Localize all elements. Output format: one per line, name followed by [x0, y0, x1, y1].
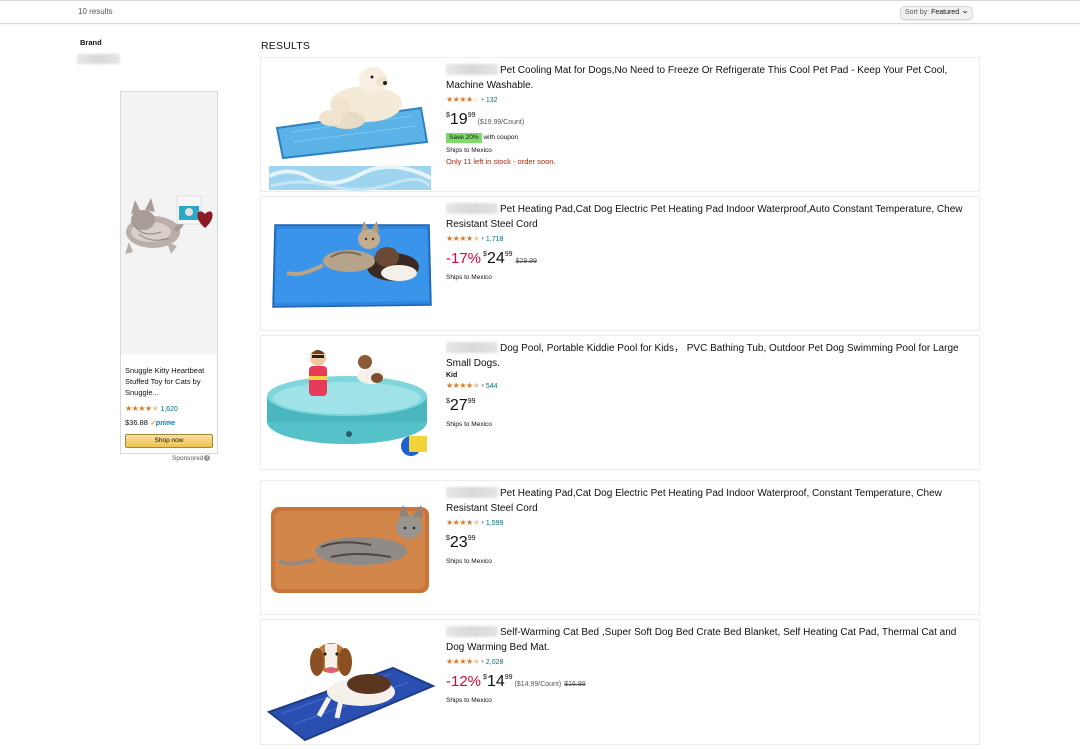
shipping-info: Ships to Mexico [446, 147, 492, 154]
shipping-info: Ships to Mexico [446, 421, 492, 428]
product-card[interactable]: Pet Heating Pad,Cat Dog Electric Pet Hea… [260, 196, 980, 331]
prime-badge-icon: ✓prime [150, 420, 175, 427]
product-rating[interactable]: ★★★★★ ▾ 2,028 [446, 657, 971, 667]
ad-price-row: $36.88 ✓prime [125, 418, 175, 427]
product-rating[interactable]: ★★★★★ ▾ 1,599 [446, 518, 971, 528]
unit-price: ($19.99/Count) [477, 119, 525, 126]
price[interactable]: $1499 [483, 673, 513, 690]
result-count: 10 results [78, 7, 113, 16]
shop-now-button[interactable]: Shop now [125, 434, 213, 448]
product-title[interactable]: Dog Pool, Portable Kiddie Pool for Kids，… [446, 342, 971, 371]
product-info: Pet Heating Pad,Cat Dog Electric Pet Hea… [446, 197, 971, 281]
review-count[interactable]: 1,718 [486, 236, 504, 243]
sort-label: Sort by: [905, 9, 930, 16]
product-title[interactable]: Pet Cooling Mat for Dogs,No Need to Free… [446, 64, 971, 93]
review-count[interactable]: 2,028 [486, 659, 504, 666]
coupon-badge[interactable]: Save 20% [446, 133, 482, 143]
brand-filter-option[interactable] [77, 54, 120, 64]
price-row: -17% $2499$29.99 [446, 250, 971, 270]
ad-rating[interactable]: ★★★★★ 1,620 [125, 404, 178, 413]
product-brand: Kid [446, 372, 458, 379]
product-image[interactable] [261, 481, 437, 614]
sponsored-ad[interactable]: Snuggle Kitty Heartbeat Stuffed Toy for … [120, 91, 218, 454]
ad-review-count: 1,620 [160, 406, 178, 413]
star-rating-icon: ★★★★★ [125, 404, 159, 413]
shipping-info: Ships to Mexico [446, 697, 492, 704]
star-rating-icon: ★★★★★ [446, 518, 480, 527]
product-card[interactable]: Self-Warming Cat Bed ,Super Soft Dog Bed… [260, 619, 980, 745]
product-title[interactable]: Pet Heating Pad,Cat Dog Electric Pet Hea… [446, 203, 971, 232]
info-icon[interactable]: i [204, 455, 211, 462]
star-rating-icon: ★★★★★ [446, 657, 480, 666]
product-info: Pet Cooling Mat for Dogs,No Need to Free… [446, 58, 971, 166]
results-toolbar: 10 results Sort by: Featured [0, 0, 1080, 24]
filter-sidebar: Brand Snuggle Kitty Heartbeat Stuffed To… [0, 24, 250, 743]
product-image[interactable] [261, 336, 437, 469]
ad-product-image[interactable] [121, 92, 217, 354]
sort-value: Featured [931, 9, 960, 16]
product-rating[interactable]: ★★★★★ ▾ 1,718 [446, 234, 971, 244]
price[interactable]: $2799 [446, 397, 476, 414]
product-rating[interactable]: ★★★★★ ▾ 544 [446, 381, 971, 391]
product-rating[interactable]: ★★★★☆ ▾ 132 [446, 95, 971, 105]
chevron-down-icon[interactable]: ▾ [481, 97, 484, 103]
star-rating-icon: ★★★★☆ [446, 95, 480, 104]
list-price: $16.99 [564, 681, 586, 688]
chevron-down-icon[interactable]: ▾ [481, 383, 484, 389]
price-row: $2399 [446, 534, 971, 554]
discount-percent: -17% [446, 250, 482, 267]
chevron-down-icon[interactable]: ▾ [481, 659, 484, 665]
brand-name-blurred [446, 626, 498, 637]
ad-price: $36.88 [125, 418, 148, 427]
product-info: Self-Warming Cat Bed ,Super Soft Dog Bed… [446, 620, 971, 704]
stock-warning: Only 11 left in stock - order soon. [446, 157, 556, 166]
product-image[interactable] [261, 58, 437, 191]
brand-name-blurred [446, 342, 498, 353]
shipping-info: Ships to Mexico [446, 558, 492, 565]
star-rating-icon: ★★★★★ [446, 234, 480, 243]
product-card[interactable]: Pet Cooling Mat for Dogs,No Need to Free… [260, 57, 980, 192]
product-title[interactable]: Self-Warming Cat Bed ,Super Soft Dog Bed… [446, 626, 971, 655]
review-count[interactable]: 544 [486, 383, 498, 390]
shipping-info: Ships to Mexico [446, 274, 492, 281]
price[interactable]: $1999 [446, 111, 476, 128]
brand-filter-title: Brand [80, 38, 102, 47]
price-row: -12% $1499($14.99/Count) $16.99 [446, 673, 971, 693]
product-image[interactable] [261, 620, 437, 744]
price[interactable]: $2499 [483, 250, 513, 267]
chevron-down-icon[interactable]: ▾ [481, 520, 484, 526]
product-image[interactable] [261, 197, 437, 330]
price-row: $2799 [446, 397, 971, 417]
brand-name-blurred [446, 487, 498, 498]
discount-percent: -12% [446, 673, 482, 690]
price-row: $1999($19.99/Count) [446, 111, 971, 131]
list-price: $29.99 [515, 258, 537, 265]
coupon-row[interactable]: Save 20% with coupon [446, 133, 971, 143]
review-count[interactable]: 1,599 [486, 520, 504, 527]
star-rating-icon: ★★★★★ [446, 381, 480, 390]
chevron-down-icon[interactable]: ▾ [481, 236, 484, 242]
brand-name-blurred [446, 203, 498, 214]
product-title[interactable]: Pet Heating Pad,Cat Dog Electric Pet Hea… [446, 487, 971, 516]
results-heading: RESULTS [261, 40, 311, 52]
chevron-down-icon [962, 10, 968, 14]
product-info: Pet Heating Pad,Cat Dog Electric Pet Hea… [446, 481, 971, 565]
sponsored-label[interactable]: Sponsored i [172, 455, 211, 462]
review-count[interactable]: 132 [486, 97, 498, 104]
ad-title[interactable]: Snuggle Kitty Heartbeat Stuffed Toy for … [125, 365, 215, 398]
price[interactable]: $2399 [446, 534, 476, 551]
sort-dropdown[interactable]: Sort by: Featured [900, 6, 974, 20]
brand-name-blurred [446, 64, 498, 75]
product-info: Dog Pool, Portable Kiddie Pool for Kids，… [446, 336, 971, 428]
product-card[interactable]: Dog Pool, Portable Kiddie Pool for Kids，… [260, 335, 980, 470]
unit-price: ($14.99/Count) [514, 681, 562, 688]
coupon-note: with coupon [483, 134, 519, 141]
product-card[interactable]: Pet Heating Pad,Cat Dog Electric Pet Hea… [260, 480, 980, 615]
